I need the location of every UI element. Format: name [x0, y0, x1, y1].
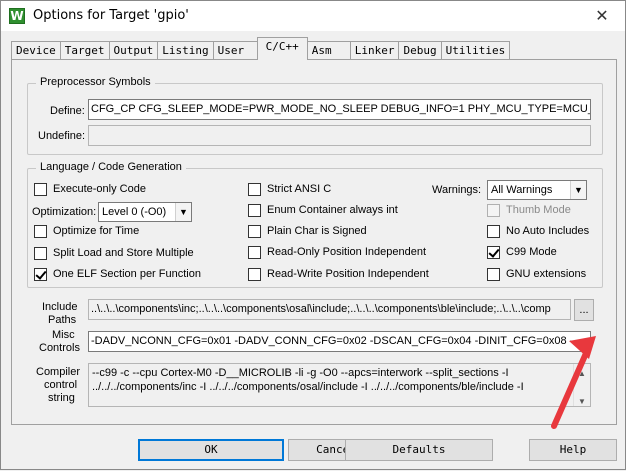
- gnu-ext-box[interactable]: [487, 267, 500, 281]
- optimization-select[interactable]: Level 0 (-O0) ▼: [98, 202, 192, 222]
- execute-only-checkbox[interactable]: Execute-only Code: [34, 181, 146, 197]
- execute-only-box[interactable]: [34, 182, 47, 196]
- compiler-label-line1: Compiler: [36, 366, 81, 378]
- language-group-title: Language / Code Generation: [36, 161, 186, 173]
- tab-device[interactable]: Device: [11, 41, 61, 60]
- enum-container-label: Enum Container always int: [267, 204, 398, 216]
- thumb-mode-box[interactable]: [487, 203, 500, 217]
- rw-pi-label: Read-Write Position Independent: [267, 268, 429, 280]
- gnu-ext-checkbox[interactable]: GNU extensions: [487, 266, 586, 282]
- options-dialog: W Options for Target 'gpio' ✕ Device Tar…: [0, 0, 626, 470]
- gnu-ext-label: GNU extensions: [506, 268, 587, 280]
- include-browse-button[interactable]: ...: [574, 299, 594, 321]
- warnings-select[interactable]: All Warnings ▼: [487, 180, 587, 200]
- scroll-down-icon[interactable]: ▼: [574, 395, 590, 406]
- chevron-down-icon[interactable]: ▼: [570, 181, 586, 199]
- strict-ansi-checkbox[interactable]: Strict ANSI C: [248, 181, 331, 197]
- define-label: Define:: [50, 105, 85, 117]
- tab-debug[interactable]: Debug: [398, 41, 442, 60]
- tab-linker[interactable]: Linker: [349, 41, 400, 60]
- one-elf-checkbox[interactable]: One ELF Section per Function: [34, 266, 201, 282]
- tab-listing[interactable]: Listing: [157, 41, 214, 60]
- close-icon[interactable]: ✕: [587, 5, 617, 27]
- ro-pi-checkbox[interactable]: Read-Only Position Independent: [248, 244, 426, 260]
- compiler-scrollbar[interactable]: ▲ ▼: [573, 364, 590, 406]
- one-elf-box[interactable]: [34, 267, 47, 281]
- tab-asm[interactable]: Asm: [306, 41, 351, 60]
- plain-char-checkbox[interactable]: Plain Char is Signed: [248, 223, 367, 239]
- thumb-mode-label: Thumb Mode: [506, 204, 571, 216]
- strict-ansi-label: Strict ANSI C: [267, 183, 332, 195]
- one-elf-label: One ELF Section per Function: [53, 268, 201, 280]
- tab-output[interactable]: Output: [108, 41, 159, 60]
- include-label-line2: Paths: [48, 314, 77, 326]
- compiler-control-field[interactable]: --c99 -c --cpu Cortex-M0 -D__MICROLIB -l…: [88, 363, 591, 407]
- warnings-label: Warnings:: [432, 184, 482, 196]
- include-label-line1: Include: [42, 301, 78, 313]
- enum-container-checkbox[interactable]: Enum Container always int: [248, 202, 398, 218]
- optimize-time-box[interactable]: [34, 224, 47, 238]
- optimization-label: Optimization:: [32, 206, 97, 218]
- keil-uvision-icon: W: [9, 8, 25, 24]
- compiler-label-line2: control: [44, 379, 78, 391]
- optimization-value: Level 0 (-O0): [102, 206, 167, 218]
- undefine-label: Undefine:: [38, 130, 86, 142]
- compiler-line-1: --c99 -c --cpu Cortex-M0 -D__MICROLIB -l…: [92, 367, 509, 379]
- optimize-time-label: Optimize for Time: [53, 225, 140, 237]
- split-load-box[interactable]: [34, 246, 47, 260]
- split-load-label: Split Load and Store Multiple: [53, 247, 194, 259]
- tab-user[interactable]: User: [212, 41, 258, 60]
- c99-mode-label: C99 Mode: [506, 246, 557, 258]
- rw-pi-checkbox[interactable]: Read-Write Position Independent: [248, 266, 429, 282]
- tab-utilities[interactable]: Utilities: [440, 41, 511, 60]
- define-field[interactable]: CFG_CP CFG_SLEEP_MODE=PWR_MODE_NO_SLEEP …: [88, 99, 591, 120]
- scroll-up-icon[interactable]: ▲: [574, 367, 590, 381]
- plain-char-label: Plain Char is Signed: [267, 225, 367, 237]
- window-title: Options for Target 'gpio': [33, 8, 189, 23]
- ro-pi-box[interactable]: [248, 245, 261, 259]
- title-bar: W Options for Target 'gpio' ✕: [1, 1, 625, 31]
- misc-label-line1: Misc: [52, 329, 75, 341]
- misc-controls-field[interactable]: -DADV_NCONN_CFG=0x01 -DADV_CONN_CFG=0x02…: [88, 331, 591, 352]
- tab-strip: Device Target Output Listing User C/C++ …: [11, 37, 511, 60]
- optimize-time-checkbox[interactable]: Optimize for Time: [34, 223, 139, 239]
- c99-mode-checkbox[interactable]: C99 Mode: [487, 244, 557, 260]
- no-auto-includes-label: No Auto Includes: [506, 225, 590, 237]
- tab-target[interactable]: Target: [59, 41, 110, 60]
- compiler-line-2: ../../../components/inc -I ../../../comp…: [92, 381, 524, 393]
- chevron-down-icon[interactable]: ▼: [175, 203, 191, 221]
- plain-char-box[interactable]: [248, 224, 261, 238]
- help-button[interactable]: Help: [529, 439, 617, 461]
- thumb-mode-checkbox[interactable]: Thumb Mode: [487, 202, 571, 218]
- enum-container-box[interactable]: [248, 203, 261, 217]
- no-auto-includes-box[interactable]: [487, 224, 500, 238]
- compiler-label-line3: string: [48, 392, 75, 404]
- c99-mode-box[interactable]: [487, 245, 500, 259]
- defaults-button-visible[interactable]: Defaults: [345, 439, 493, 461]
- undefine-field[interactable]: [88, 125, 591, 146]
- no-auto-includes-checkbox[interactable]: No Auto Includes: [487, 223, 589, 239]
- misc-label-line2: Controls: [39, 342, 80, 354]
- preprocessor-group-title: Preprocessor Symbols: [36, 76, 155, 88]
- execute-only-label: Execute-only Code: [53, 183, 146, 195]
- warnings-value: All Warnings: [491, 184, 553, 196]
- tab-c-cpp[interactable]: C/C++: [256, 37, 308, 60]
- include-paths-field[interactable]: ..\..\..\components\inc;..\..\..\compone…: [88, 299, 571, 320]
- ro-pi-label: Read-Only Position Independent: [267, 246, 426, 258]
- ok-button[interactable]: OK: [138, 439, 284, 461]
- strict-ansi-box[interactable]: [248, 182, 261, 196]
- rw-pi-box[interactable]: [248, 267, 261, 281]
- split-load-checkbox[interactable]: Split Load and Store Multiple: [34, 245, 194, 261]
